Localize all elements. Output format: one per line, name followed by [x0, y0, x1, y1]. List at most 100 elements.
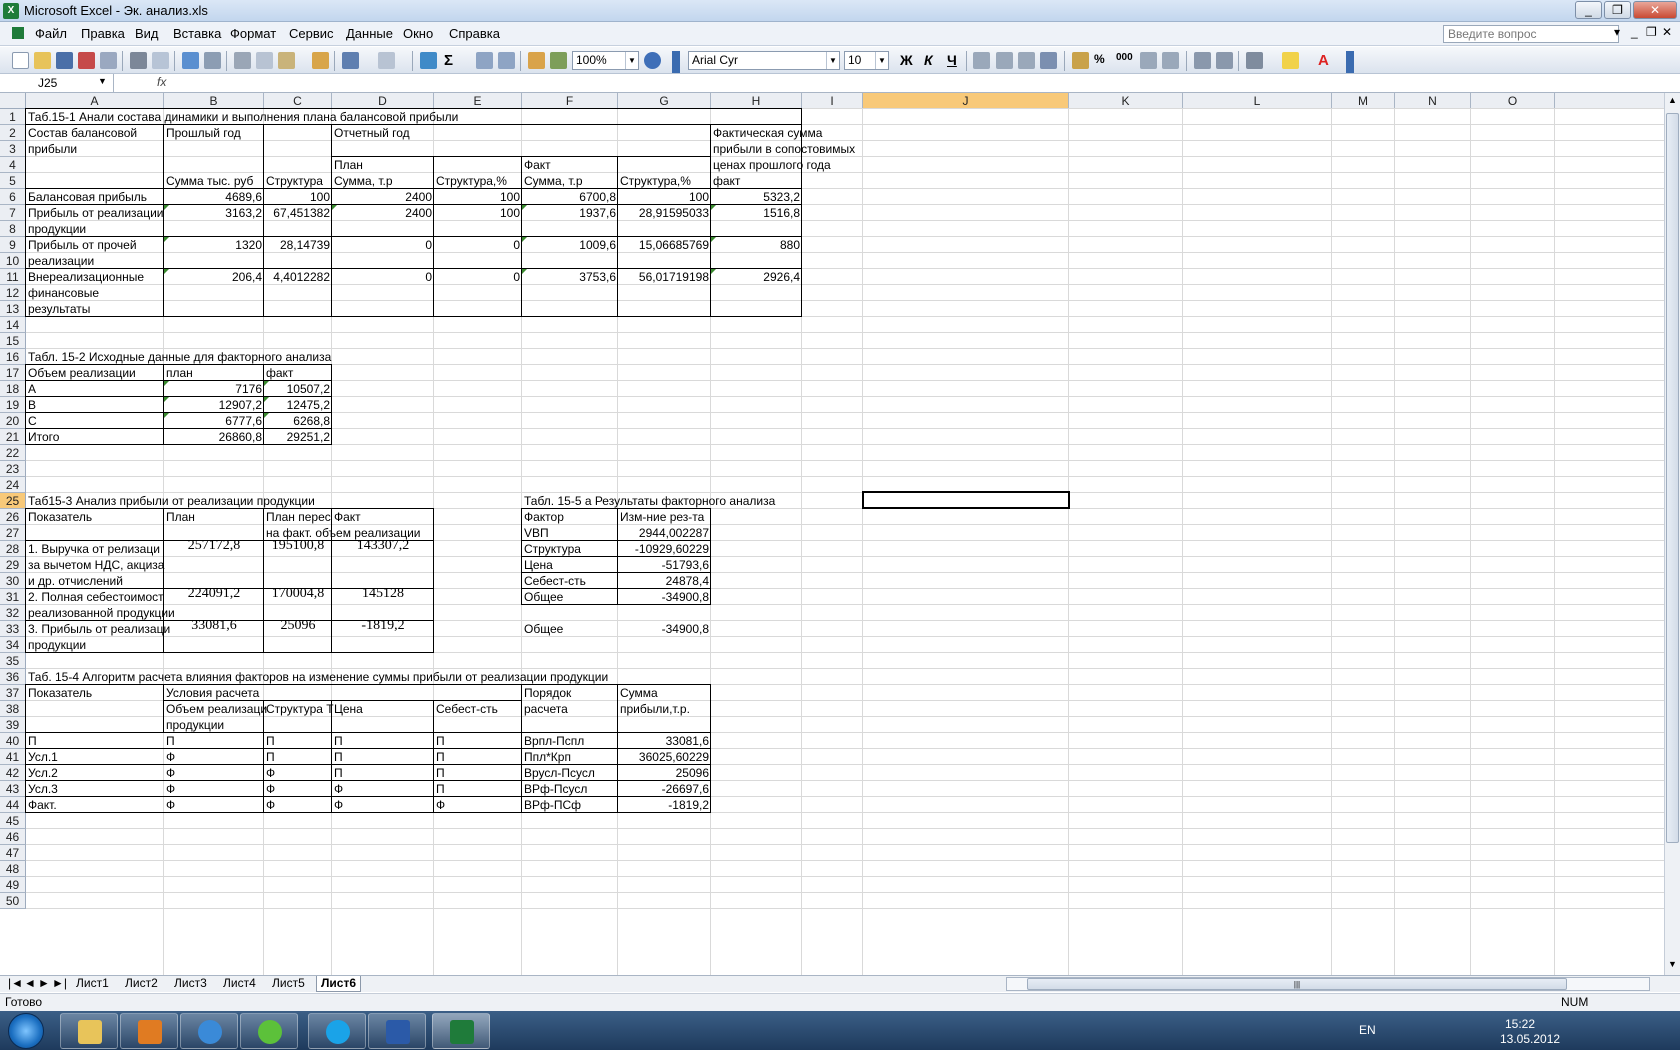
sheet-tab-4[interactable]: Лист4	[219, 976, 260, 992]
cell-a29[interactable]: за вычетом НДС, акциза	[26, 557, 166, 574]
row-header-29[interactable]: 29	[0, 557, 26, 573]
merge-center-icon[interactable]	[1040, 52, 1057, 69]
cell-f42[interactable]: Врусл-Псусл	[522, 765, 597, 782]
column-header-e[interactable]: E	[434, 93, 522, 109]
row-header-43[interactable]: 43	[0, 781, 26, 797]
cell-g40[interactable]: 33081,6	[618, 733, 711, 750]
clock-time[interactable]: 15:22	[1505, 1017, 1535, 1031]
cell-a34[interactable]: продукции	[26, 637, 88, 654]
sort-ascending-icon[interactable]	[476, 52, 493, 69]
cell-b38[interactable]: Объем реализаци	[164, 701, 269, 718]
row-header-3[interactable]: 3	[0, 141, 26, 157]
cell-b7[interactable]: 3163,2	[164, 205, 264, 222]
cell-d5[interactable]: Сумма, т.р	[332, 173, 395, 190]
cell-g28[interactable]: -10929,60229	[618, 541, 711, 558]
cell-d9[interactable]: 0	[332, 237, 434, 254]
cell-c41[interactable]: П	[264, 749, 277, 766]
taskbar-icq[interactable]	[240, 1013, 298, 1049]
scroll-up-icon[interactable]: ▲	[1668, 95, 1677, 105]
cell-a19[interactable]: В	[26, 397, 38, 414]
vertical-scrollbar[interactable]: ▲ ▼	[1664, 93, 1680, 975]
cell-f26[interactable]: Фактор	[522, 509, 566, 526]
cell-a12[interactable]: финансовые	[26, 285, 101, 302]
sheet-tab-6[interactable]: Лист6	[316, 976, 362, 992]
cell-g30[interactable]: 24878,4	[618, 573, 711, 590]
cell-area[interactable]: Таб.15-1 Анали состава динамики и выполн…	[25, 108, 1664, 975]
row-header-39[interactable]: 39	[0, 717, 26, 733]
doc-minimize-icon[interactable]: _	[1631, 25, 1638, 39]
comma-style-icon[interactable]: 000	[1116, 52, 1133, 69]
taskbar-skype[interactable]	[308, 1013, 366, 1049]
cell-c11[interactable]: 4,4012282	[264, 269, 332, 286]
row-header-20[interactable]: 20	[0, 413, 26, 429]
row-header-32[interactable]: 32	[0, 605, 26, 621]
row-header-44[interactable]: 44	[0, 797, 26, 813]
cell-e7[interactable]: 100	[434, 205, 522, 222]
row-header-15[interactable]: 15	[0, 333, 26, 349]
row-header-17[interactable]: 17	[0, 365, 26, 381]
cell-e5[interactable]: Структура,%	[434, 173, 509, 190]
row-header-33[interactable]: 33	[0, 621, 26, 637]
cell-c7[interactable]: 67,451382	[264, 205, 332, 222]
cell-b11[interactable]: 206,4	[164, 269, 264, 286]
spelling-icon[interactable]	[182, 52, 199, 69]
cell-a8[interactable]: продукции	[26, 221, 88, 238]
taskbar-word[interactable]	[368, 1013, 426, 1049]
cell-a9[interactable]: Прибыль от прочей	[26, 237, 139, 254]
row-header-23[interactable]: 23	[0, 461, 26, 477]
column-header-f[interactable]: F	[522, 93, 618, 109]
cell-a25[interactable]: Таб15-3 Анализ прибыли от реализации про…	[26, 493, 317, 510]
cell-a6[interactable]: Балансовая прибыль	[26, 189, 149, 206]
spreadsheet-grid[interactable]: ABCDEFGHIJKLMNO 1 2 3 4 5 6 7 8 9 10 11 12 13 14 15 16 1…	[0, 93, 1664, 975]
column-header-h[interactable]: H	[711, 93, 802, 109]
sheet-tab-1[interactable]: Лист1	[72, 976, 113, 992]
row-header-4[interactable]: 4	[0, 157, 26, 173]
cell-f9[interactable]: 1009,6	[522, 237, 618, 254]
cell-a2[interactable]: Состав балансовой	[26, 125, 139, 142]
last-sheet-icon[interactable]: ►|	[48, 976, 71, 992]
taskbar-explorer[interactable]	[60, 1013, 118, 1049]
cell-d33[interactable]: -1819,2	[332, 618, 434, 638]
menu-view[interactable]: Вид	[135, 26, 159, 41]
cell-g29[interactable]: -51793,6	[618, 557, 711, 574]
cell-g33[interactable]: -34900,8	[618, 621, 711, 638]
cell-d40[interactable]: П	[332, 733, 345, 750]
taskbar-excel[interactable]	[432, 1013, 490, 1049]
column-header-c[interactable]: C	[264, 93, 332, 109]
menu-data[interactable]: Данные	[346, 26, 393, 41]
cell-a36[interactable]: Таб. 15-4 Алгоритм расчета влияния факто…	[26, 669, 610, 686]
cell-a10[interactable]: реализации	[26, 253, 96, 270]
column-header-i[interactable]: I	[802, 93, 863, 109]
cell-f40[interactable]: Врпл-Пспл	[522, 733, 586, 750]
cell-g9[interactable]: 15,06685769	[618, 237, 711, 254]
cell-f27[interactable]: VВП	[522, 525, 551, 542]
row-header-40[interactable]: 40	[0, 733, 26, 749]
cell-d42[interactable]: П	[332, 765, 345, 782]
sheet-tab-3[interactable]: Лист3	[170, 976, 211, 992]
cell-c28[interactable]: 195100,8	[264, 538, 332, 558]
row-header-8[interactable]: 8	[0, 221, 26, 237]
row-header-50[interactable]: 50	[0, 893, 26, 909]
column-header-d[interactable]: D	[332, 93, 434, 109]
cell-e11[interactable]: 0	[434, 269, 522, 286]
cell-a28[interactable]: 1. Выручка от релизаци	[26, 541, 162, 558]
cell-h9[interactable]: 880	[711, 237, 802, 254]
cell-e6[interactable]: 100	[434, 189, 522, 206]
cell-a32[interactable]: реализованной продукции	[26, 605, 177, 622]
cell-g42[interactable]: 25096	[618, 765, 711, 782]
cell-f29[interactable]: Цена	[522, 557, 555, 574]
column-header-n[interactable]: N	[1395, 93, 1471, 109]
currency-icon[interactable]	[1072, 52, 1089, 69]
column-header-a[interactable]: A	[26, 93, 164, 109]
align-center-icon[interactable]	[996, 52, 1013, 69]
start-button[interactable]	[8, 1013, 44, 1049]
column-header-o[interactable]: O	[1471, 93, 1555, 109]
cell-b17[interactable]: план	[164, 365, 195, 382]
cell-d41[interactable]: П	[332, 749, 345, 766]
drawing-icon[interactable]	[550, 52, 567, 69]
menu-file[interactable]: Файл	[35, 26, 67, 41]
cell-c44[interactable]: Ф	[264, 797, 277, 814]
column-header-g[interactable]: G	[618, 93, 711, 109]
paste-icon[interactable]	[278, 52, 295, 69]
cell-f38[interactable]: расчета	[522, 701, 570, 718]
